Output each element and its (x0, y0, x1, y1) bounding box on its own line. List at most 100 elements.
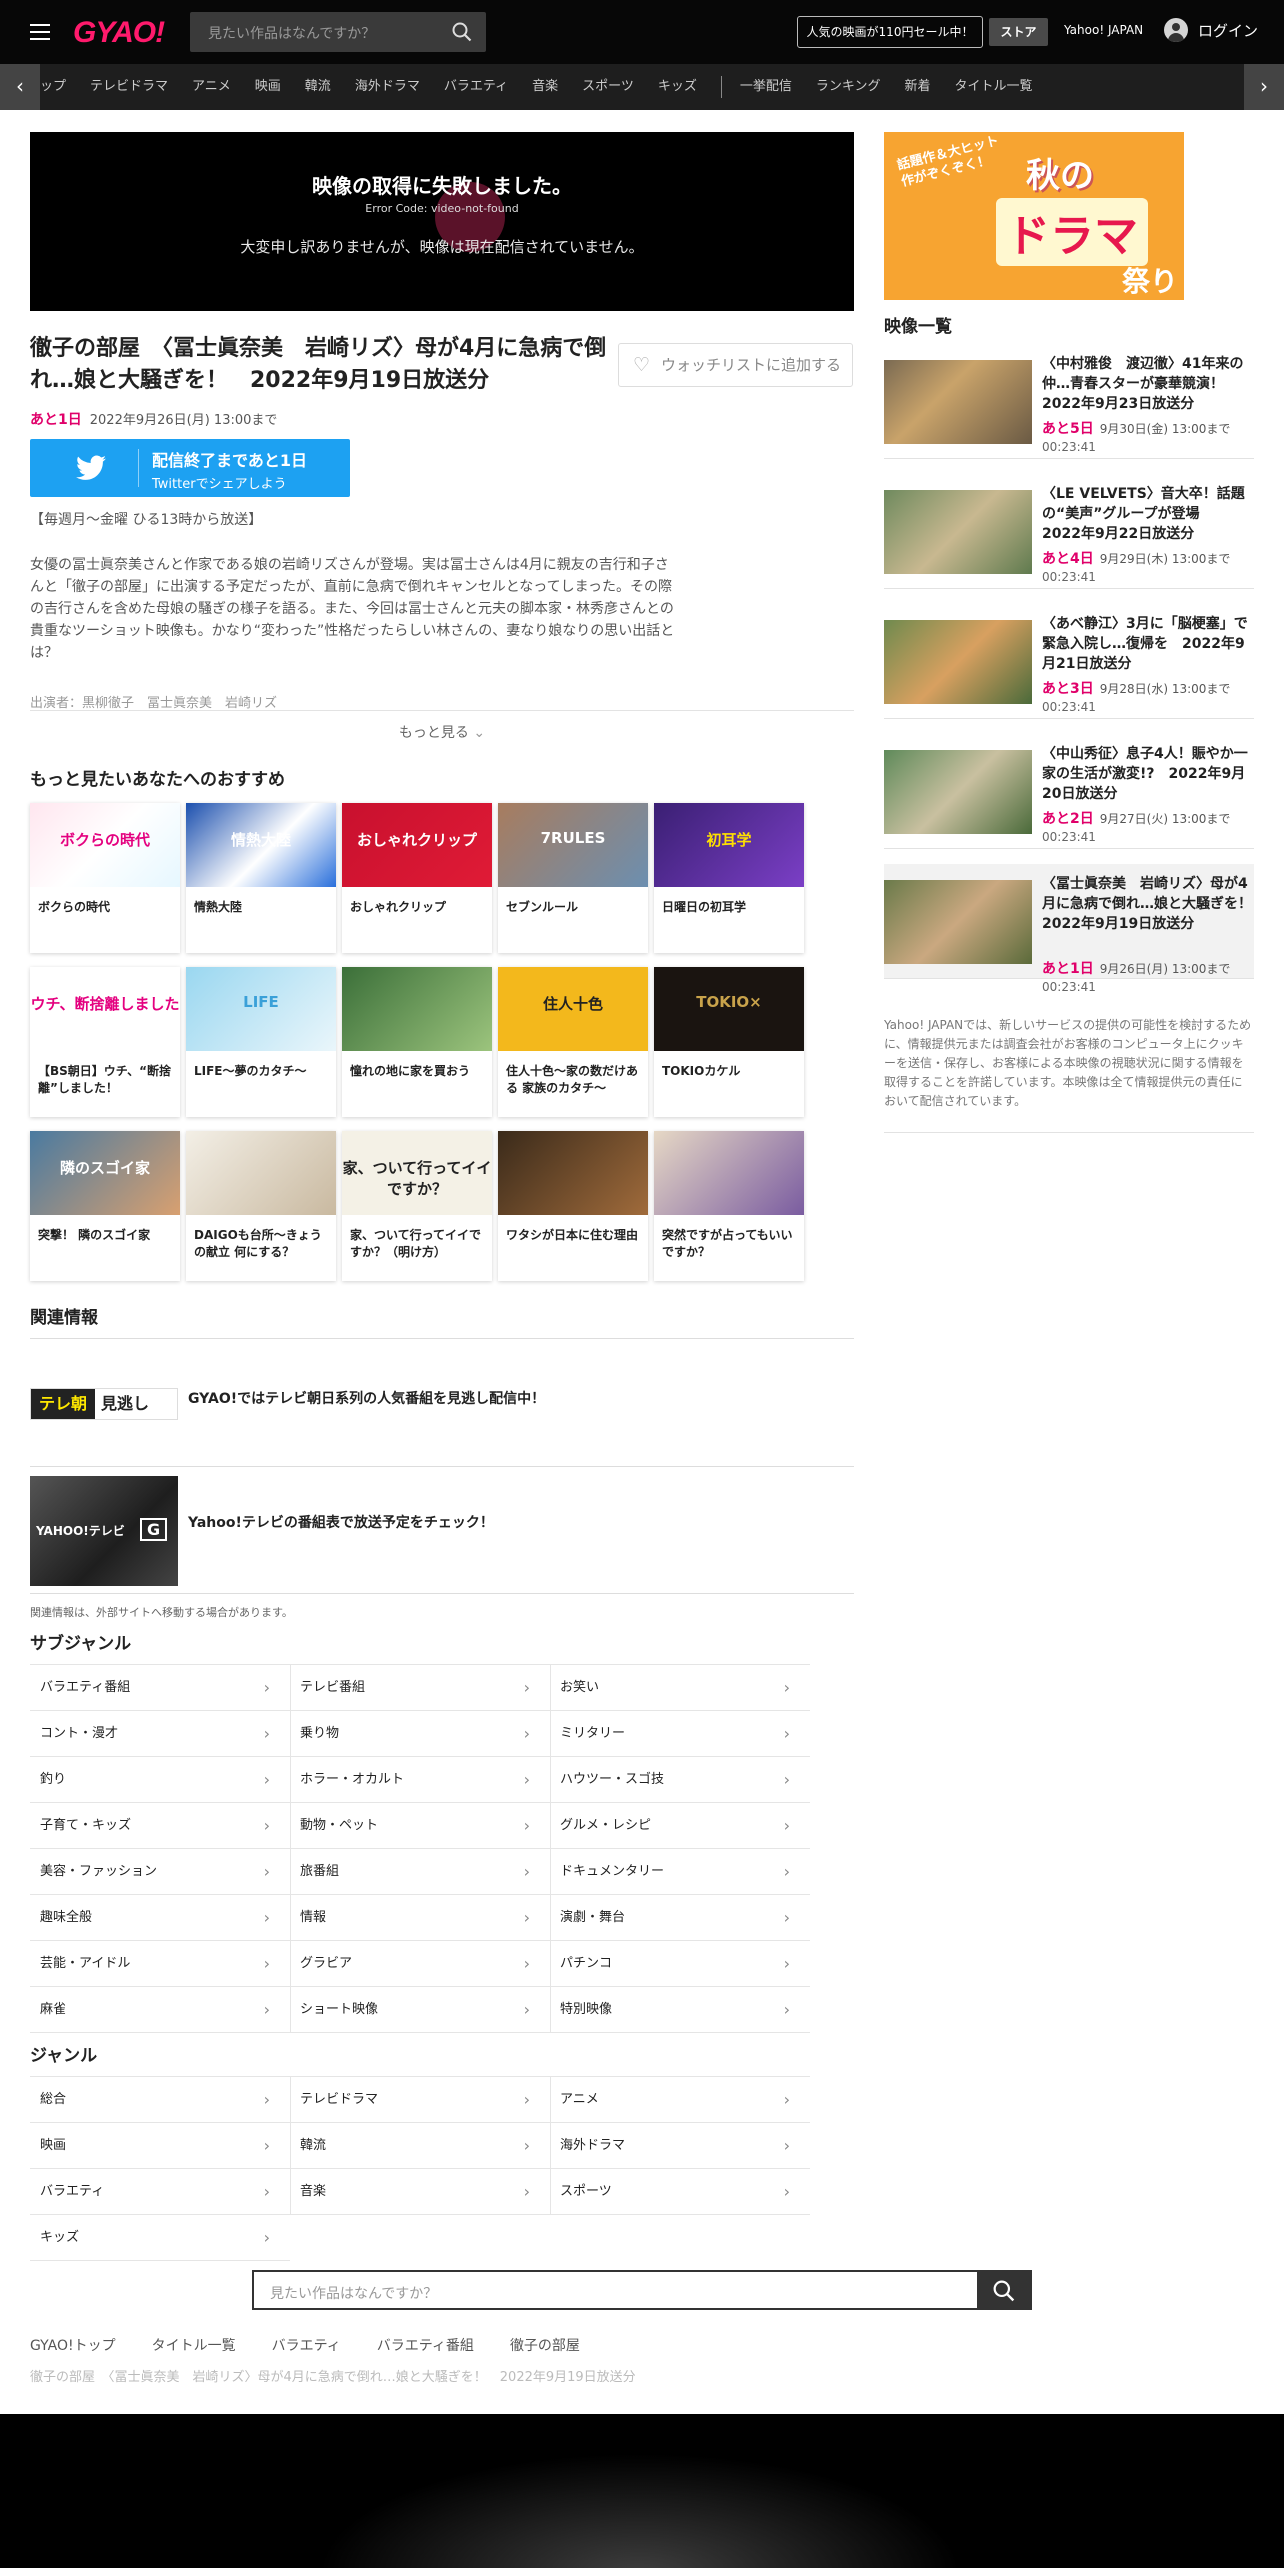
genre-item[interactable]: 総合 › (30, 2077, 290, 2123)
genre-item[interactable]: キッズ › (30, 2215, 290, 2261)
autumn-drama-banner[interactable]: 話題作＆大ヒット作がぞくぞく！ 秋の ドラマ 祭り (884, 132, 1184, 300)
nav-item[interactable]: スポーツ (582, 64, 634, 110)
breadcrumb-link[interactable]: バラエティ番組 (377, 2338, 474, 2354)
video-list-item[interactable]: 〈中村雅俊 渡辺徹〉41年来の仲…青春スターが豪華競演！ 2022年9月23日放… (884, 344, 1254, 459)
breadcrumb-link[interactable]: タイトル一覧 (152, 2338, 236, 2354)
subgenre-item[interactable]: お笑い › (550, 1665, 810, 1711)
nav-item[interactable]: アニメ (192, 64, 231, 110)
subgenre-item[interactable]: ホラー・オカルト › (290, 1757, 550, 1803)
chevron-left-icon[interactable]: ‹ (0, 64, 40, 110)
subgenre-item[interactable]: 美容・ファッション › (30, 1849, 290, 1895)
genre-item[interactable]: 海外ドラマ › (550, 2123, 810, 2169)
bottom-search-input[interactable]: 見たい作品はなんですか？ (252, 2270, 977, 2310)
recommend-title: ワタシが日本に住む理由 (506, 1228, 639, 1242)
genre-item[interactable]: テレビドラマ › (290, 2077, 550, 2123)
chevron-down-icon: ⌄ (473, 725, 486, 741)
nav-item[interactable]: バラエティ (444, 64, 508, 110)
chevron-right-icon[interactable]: › (1244, 64, 1284, 110)
related-item-tvasahi[interactable]: テレ朝 見逃し GYAO!ではテレビ朝日系列の人気番組を見逃し配信中！ (30, 1388, 854, 1422)
chevron-right-icon: › (783, 1908, 790, 1927)
subgenre-item[interactable]: 乗り物 › (290, 1711, 550, 1757)
subgenre-item[interactable]: 趣味全般 › (30, 1895, 290, 1941)
subgenre-item[interactable]: パチンコ › (550, 1941, 810, 1987)
subgenre-item[interactable]: ショート映像 › (290, 1987, 550, 2033)
divider (884, 978, 1254, 979)
recommend-card[interactable]: 初耳学 日曜日の初耳学 (654, 803, 804, 953)
recommend-card[interactable]: 隣のスゴイ家 突撃！ 隣のスゴイ家 (30, 1131, 180, 1281)
subgenre-item[interactable]: 演劇・舞台 › (550, 1895, 810, 1941)
subgenre-item[interactable]: 情報 › (290, 1895, 550, 1941)
nav-item[interactable]: タイトル一覧 (955, 64, 1033, 110)
subgenre-item[interactable]: 麻雀 › (30, 1987, 290, 2033)
subgenre-item[interactable]: ハウツー・スゴ技 › (550, 1757, 810, 1803)
menu-icon[interactable] (30, 24, 50, 40)
show-more-button[interactable]: もっと見る ⌄ (30, 710, 854, 756)
subgenre-item[interactable]: テレビ番組 › (290, 1665, 550, 1711)
nav-item[interactable]: ランキング (816, 64, 881, 110)
nav-item[interactable]: 新着 (904, 64, 930, 110)
nav-item[interactable]: 韓流 (305, 64, 331, 110)
watchlist-button[interactable]: ♡ ウォッチリストに追加する (618, 343, 853, 387)
genre-item[interactable]: バラエティ › (30, 2169, 290, 2215)
recommend-card[interactable]: ワタシが日本に住む理由 (498, 1131, 648, 1281)
nav-item[interactable]: 映画 (255, 64, 281, 110)
twitter-share-button[interactable]: 配信終了まであと1日 Twitterでシェアしよう (30, 439, 350, 497)
genre-item[interactable]: 韓流 › (290, 2123, 550, 2169)
nav-item[interactable]: 一挙配信 (740, 64, 792, 110)
recommend-thumbnail (342, 967, 492, 1051)
subgenre-item[interactable]: コント・漫才 › (30, 1711, 290, 1757)
subgenre-item[interactable]: 特別映像 › (550, 1987, 810, 2033)
subgenre-item[interactable]: 旅番組 › (290, 1849, 550, 1895)
recommend-card[interactable]: TOKIO× TOKIOカケル (654, 967, 804, 1117)
nav-item[interactable]: ップ (40, 64, 66, 110)
subgenre-item[interactable]: バラエティ番組 › (30, 1665, 290, 1711)
video-list-item[interactable]: 〈あべ静江〉3月に「脳梗塞」で緊急入院し…復帰を 2022年9月21日放送分 あと… (884, 604, 1254, 719)
subgenre-item[interactable]: 釣り › (30, 1757, 290, 1803)
video-list-item[interactable]: 〈LE VELVETS〉音大卒！話題の“美声”グループが登場 2022年9月22… (884, 474, 1254, 589)
subgenre-item[interactable]: 子育て・キッズ › (30, 1803, 290, 1849)
nav-item[interactable]: テレビドラマ (90, 64, 168, 110)
subgenre-item[interactable]: ミリタリー › (550, 1711, 810, 1757)
search-icon[interactable] (452, 22, 472, 42)
store-button[interactable]: ストア (989, 18, 1048, 46)
video-player[interactable]: 映像の取得に失敗しました。 Error Code: video-not-foun… (30, 132, 854, 311)
subgenre-item[interactable]: グルメ・レシピ › (550, 1803, 810, 1849)
nav-item[interactable]: キッズ (658, 64, 697, 110)
video-list-item[interactable]: 〈冨士眞奈美 岩崎リズ〉母が4月に急病で倒れ…娘と大騒ぎを！ 2022年9月19… (884, 864, 1266, 994)
sale-promo-link[interactable]: 人気の映画が110円セール中！ (797, 16, 983, 48)
chevron-right-icon: › (783, 1678, 790, 1697)
recommend-card[interactable]: 情熱大陸 情熱大陸 (186, 803, 336, 953)
recommend-card[interactable]: 住人十色 住人十色～家の数だけある 家族のカタチ～ (498, 967, 648, 1117)
nav-item[interactable]: 音楽 (532, 64, 558, 110)
recommend-card[interactable]: ボクらの時代 ボクらの時代 (30, 803, 180, 953)
subgenre-item[interactable]: グラビア › (290, 1941, 550, 1987)
breadcrumb-link[interactable]: 徹子の部屋 (510, 2338, 580, 2354)
gyao-logo[interactable]: GYAO! (73, 16, 165, 50)
recommend-card[interactable]: 家、ついて行ってイイですか？ 家、ついて行ってイイですか？（明け方） (342, 1131, 492, 1281)
recommend-card[interactable]: おしゃれクリップ おしゃれクリップ (342, 803, 492, 953)
recommend-card[interactable]: ウチ、断捨離しました 【BS朝日】ウチ、“断捨離”しました！ (30, 967, 180, 1117)
recommend-card[interactable]: DAIGOも台所～きょうの献立 何にする？ (186, 1131, 336, 1281)
login-button[interactable]: ログイン (1164, 18, 1258, 42)
broadcast-schedule: 【毎週月～金曜 ひる13時から放送】 (30, 512, 263, 528)
genre-item[interactable]: アニメ › (550, 2077, 810, 2123)
recommend-card[interactable]: 突然ですが占ってもいいですか？ (654, 1131, 804, 1281)
subgenre-item[interactable]: ドキュメンタリー › (550, 1849, 810, 1895)
nav-item[interactable]: 海外ドラマ (355, 64, 420, 110)
breadcrumb-link[interactable]: GYAO!トップ (30, 2338, 116, 2354)
related-item-yahoo-tv[interactable]: YAHOO!テレビ G Yahoo!テレビの番組表で放送予定をチェック！ (30, 1476, 854, 1586)
genre-item[interactable]: 音楽 › (290, 2169, 550, 2215)
chevron-right-icon: › (783, 1724, 790, 1743)
subgenre-item[interactable]: 芸能・アイドル › (30, 1941, 290, 1987)
subgenre-item[interactable]: 動物・ペット › (290, 1803, 550, 1849)
recommend-card[interactable]: LIFE LIFE～夢のカタチ～ (186, 967, 336, 1117)
search-button[interactable] (977, 2270, 1032, 2310)
header-search-input[interactable]: 見たい作品はなんですか？ (190, 12, 486, 52)
video-list-item[interactable]: 〈中山秀征〉息子4人！賑やか一家の生活が激変!? 2022年9月20日放送分 あと… (884, 734, 1254, 849)
recommend-card[interactable]: 7RULES セブンルール (498, 803, 648, 953)
yahoo-japan-link[interactable]: Yahoo! JAPAN (1064, 23, 1143, 37)
genre-item[interactable]: スポーツ › (550, 2169, 810, 2215)
genre-item[interactable]: 映画 › (30, 2123, 290, 2169)
breadcrumb-link[interactable]: バラエティ (272, 2338, 341, 2354)
recommend-card[interactable]: 憧れの地に家を買おう (342, 967, 492, 1117)
